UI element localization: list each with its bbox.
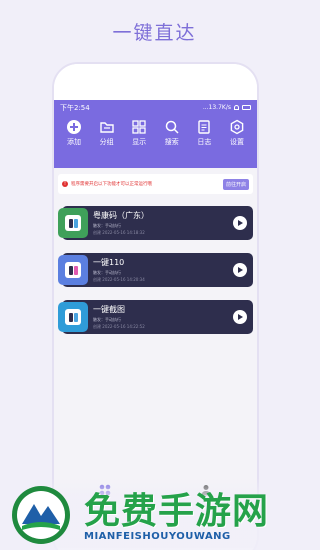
notice-text: 程序需要开启以下功能才可以正常运行哦 xyxy=(71,182,152,187)
permission-notice: ! 程序需要开启以下功能才可以正常运行哦 前往开启 xyxy=(58,174,253,194)
app-icon xyxy=(58,208,88,238)
toolbar-settings-button[interactable]: 设置 xyxy=(223,119,251,147)
watermark-subtitle: MIANFEISHOUYOUWANG xyxy=(84,531,231,542)
search-icon xyxy=(165,120,179,134)
folder-icon xyxy=(99,122,114,133)
toolbar-log-button[interactable]: 日志 xyxy=(190,119,218,147)
shortcut-card[interactable]: 粤康码（广东） 触发：手动执行 创建 2022-05-16 14:18:32 xyxy=(58,206,253,240)
status-time: 下午2:54 xyxy=(60,103,90,112)
card-trigger: 触发：手动执行 xyxy=(93,317,121,322)
grid-icon xyxy=(132,120,146,134)
shortcut-card[interactable]: 一键110 触发：手动执行 创建 2022-05-16 14:20:34 xyxy=(58,253,253,287)
app-header: 下午2:54 ...13.7K/s 添加 分组 显示 搜索 日志 设置 xyxy=(54,100,257,168)
play-icon xyxy=(238,314,243,320)
watermark-title: 免费手游网 xyxy=(84,490,270,532)
card-created-time: 创建 2022-05-16 14:20:34 xyxy=(93,277,145,282)
play-icon xyxy=(238,220,243,226)
card-created-time: 创建 2022-05-16 14:18:32 xyxy=(93,230,145,235)
toolbar-search-button[interactable]: 搜索 xyxy=(158,119,186,147)
play-button[interactable] xyxy=(233,310,247,324)
shortcut-card[interactable]: 一键截图 触发：手动执行 创建 2022-05-16 14:22:52 xyxy=(58,300,253,334)
toolbar-add-button[interactable]: 添加 xyxy=(60,119,88,147)
card-created-time: 创建 2022-05-16 14:22:52 xyxy=(93,324,145,329)
enable-permission-button[interactable]: 前往开启 xyxy=(222,178,249,190)
app-icon xyxy=(58,255,88,285)
battery-icon xyxy=(242,105,251,110)
toolbar-display-button[interactable]: 显示 xyxy=(125,119,153,147)
card-trigger: 触发：手动执行 xyxy=(93,223,121,228)
status-bar: 下午2:54 ...13.7K/s xyxy=(60,100,251,113)
card-trigger: 触发：手动执行 xyxy=(93,270,121,275)
gear-icon xyxy=(230,119,244,135)
watermark-logo-icon xyxy=(12,486,70,544)
app-icon xyxy=(58,302,88,332)
card-title: 粤康码（广东） xyxy=(93,211,149,220)
phone-frame: 下午2:54 ...13.7K/s 添加 分组 显示 搜索 日志 设置 ! 程序… xyxy=(52,62,259,550)
add-icon xyxy=(67,120,81,134)
wifi-icon xyxy=(234,105,239,110)
page-title: 一键直达 xyxy=(112,22,197,44)
card-title: 一键截图 xyxy=(93,305,125,314)
play-button[interactable] xyxy=(233,216,247,230)
play-icon xyxy=(238,267,243,273)
toolbar: 添加 分组 显示 搜索 日志 设置 xyxy=(60,119,251,147)
warning-icon: ! xyxy=(62,181,68,187)
card-title: 一键110 xyxy=(93,258,125,267)
log-icon xyxy=(198,120,211,134)
toolbar-group-button[interactable]: 分组 xyxy=(93,119,121,147)
play-button[interactable] xyxy=(233,263,247,277)
network-speed: ...13.7K/s xyxy=(202,104,231,111)
